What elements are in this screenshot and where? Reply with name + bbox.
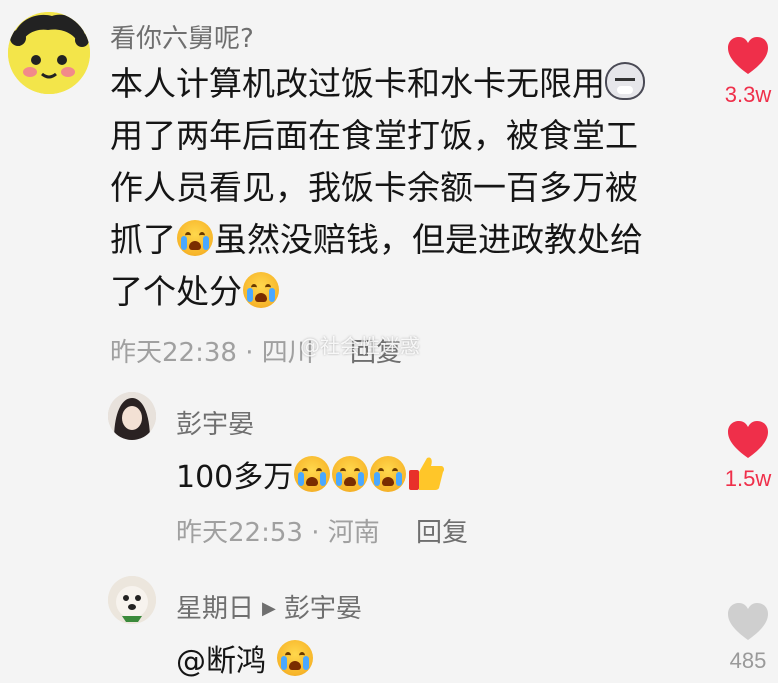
heart-icon (728, 421, 768, 458)
comment-like-count: 3.3w (724, 82, 772, 107)
crying-emoji-icon (177, 220, 213, 256)
crying-emoji-icon (243, 272, 279, 308)
comment-text: 本人计算机改过饭卡和水卡无限用 用了两年后面在食堂打饭，被食堂工 作人员看见，我… (110, 58, 680, 318)
reply1-text-content: 100多万 (176, 460, 294, 495)
avatar-photo-icon (108, 392, 156, 440)
meta-separator: · (245, 338, 254, 368)
reply2-avatar[interactable] (108, 576, 156, 624)
avatar-cartoon-icon (8, 12, 90, 94)
comment-line-3: 作人员看见，我饭卡余额一百多万被 (110, 168, 638, 207)
reply2-text: @断鸿 (176, 636, 314, 680)
commenter-avatar[interactable] (8, 12, 90, 94)
reply1-time: 昨天22:53 (176, 518, 303, 548)
heart-icon (728, 37, 768, 74)
comment-line-5: 了个处分 (110, 272, 242, 311)
reply2-header: 星期日 ▶ 彭宇晏 (176, 588, 362, 625)
reply1-avatar[interactable] (108, 392, 156, 440)
comment-time: 昨天22:38 (110, 338, 237, 368)
reply2-like-button[interactable]: 485 (718, 602, 778, 674)
reply1-reply-button[interactable]: 回复 (416, 518, 468, 548)
heart-icon (728, 603, 768, 640)
reply1-username[interactable]: 彭宇晏 (176, 404, 254, 441)
reply1-text: 100多万 (176, 452, 445, 496)
comment-username[interactable]: 看你六舅呢? (110, 18, 254, 55)
reply1-meta: 昨天22:53 · 河南 回复 (176, 512, 468, 549)
reply1-location: 河南 (327, 518, 380, 548)
comment-line-1: 本人计算机改过饭卡和水卡无限用 (110, 64, 605, 103)
thumbs-up-emoji-icon (407, 454, 445, 492)
comment-line-4b: 虽然没赔钱，但是进政教处给 (214, 220, 643, 259)
watermark: @社会性迷惑 (300, 334, 420, 358)
cat-emoji-icon (605, 62, 645, 100)
crying-emoji-icon (332, 456, 369, 492)
reply-arrow-icon: ▶ (262, 598, 276, 619)
reply1-like-count: 1.5w (724, 466, 772, 491)
comment-line-4a: 抓了 (110, 220, 176, 259)
reply2-like-count: 485 (729, 648, 767, 673)
crying-emoji-icon (294, 456, 331, 492)
avatar-dog-icon (108, 576, 156, 624)
reply2-username[interactable]: 星期日 (176, 594, 254, 624)
meta-separator: · (311, 518, 320, 548)
crying-emoji-icon (276, 640, 313, 676)
reply2-mention[interactable]: @断鸿 (176, 644, 266, 679)
reply1-like-button[interactable]: 1.5w (718, 420, 778, 492)
comment-line-2: 用了两年后面在食堂打饭，被食堂工 (110, 116, 638, 155)
crying-emoji-icon (370, 456, 407, 492)
comment-like-button[interactable]: 3.3w (718, 36, 778, 108)
reply2-target-username[interactable]: 彭宇晏 (284, 594, 362, 624)
